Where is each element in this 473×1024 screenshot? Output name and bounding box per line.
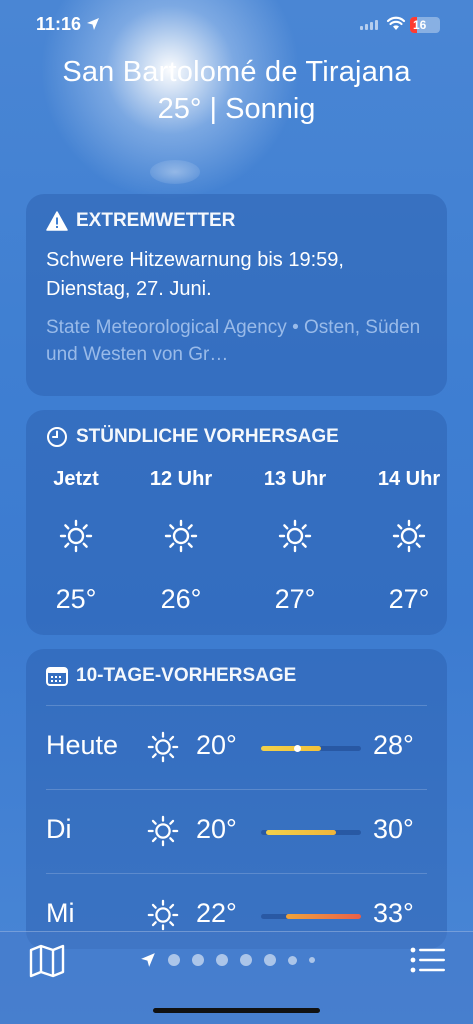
page-dot [216, 954, 228, 966]
temperature-range-bar [261, 914, 361, 919]
temperature-range-fill [261, 746, 321, 751]
status-time: 11:16 [36, 14, 82, 34]
day-low: 22° [196, 898, 237, 928]
hour-item: 14 Uhr 27° [369, 468, 449, 615]
lens-flare [150, 160, 200, 184]
alert-source: State Meteorological Agency • Osten, Süd… [46, 317, 421, 365]
city-name: San Bartolomé de Tirajana [62, 56, 411, 88]
page-dot [168, 954, 180, 966]
hourly-title: STÜNDLICHE VORHERSAGE [76, 426, 339, 447]
page-indicator[interactable] [140, 952, 315, 968]
cellular-signal-icon [360, 20, 378, 30]
day-high: 28° [373, 730, 414, 760]
sun-icon [147, 815, 179, 847]
hour-label: 14 Uhr [377, 468, 441, 490]
location-arrow-icon [141, 953, 155, 967]
temperature-range-fill [266, 830, 336, 835]
current-condition: 25° | Sonnig [157, 93, 316, 125]
map-icon[interactable] [28, 944, 66, 978]
temperature-range-bar [261, 745, 361, 752]
hour-label: 12 Uhr [149, 468, 213, 490]
hour-item: 12 Uhr 26° [141, 468, 221, 615]
sun-icon [147, 731, 179, 763]
page-dot [240, 954, 252, 966]
day-name: Mi [46, 898, 75, 928]
day-name: Di [46, 814, 72, 844]
hour-item: 13 Uhr 27° [255, 468, 335, 615]
sun-icon [278, 519, 312, 553]
day-low: 20° [196, 730, 237, 760]
page-dot [264, 954, 276, 966]
wifi-icon [386, 16, 406, 30]
page-dot [309, 957, 315, 963]
day-name: Heute [46, 730, 119, 760]
hourly-list[interactable]: Jetzt 25° 12 Uhr 26° 13 Uhr 27° 14 Uhr 2… [26, 468, 447, 628]
hour-label: 13 Uhr [263, 468, 327, 490]
daily-title: 10-TAGE-VORHERSAGE [76, 665, 297, 686]
day-high: 30° [373, 814, 414, 844]
page-dot [192, 954, 204, 966]
hour-label: Jetzt [53, 468, 99, 490]
temperature-range-fill [286, 914, 361, 919]
day-high: 33° [373, 898, 414, 928]
ten-day-forecast-card[interactable]: 10-TAGE-VORHERSAGE Heute 20° 28° Di 20° … [26, 649, 447, 949]
current-temperature-dot [294, 745, 301, 752]
location-arrow-icon [87, 18, 99, 30]
severe-weather-card[interactable]: EXTREMWETTER Schwere Hitzewarnung bis 19… [26, 194, 447, 396]
alert-title-row: EXTREMWETTER [26, 194, 447, 232]
page-dot [288, 955, 297, 965]
alert-title: EXTREMWETTER [76, 210, 236, 231]
hour-temp: 27° [388, 584, 430, 614]
hour-temp: 25° [55, 584, 97, 614]
hour-item: Jetzt 25° [36, 468, 116, 615]
calendar-icon [46, 667, 68, 686]
temperature-range-bar [261, 830, 361, 835]
sun-icon [164, 519, 198, 553]
sun-icon [59, 519, 93, 553]
home-indicator[interactable] [153, 1008, 320, 1013]
hour-temp: 27° [274, 584, 316, 614]
battery-level: 16 [413, 18, 427, 32]
hourly-title-row: STÜNDLICHE VORHERSAGE [26, 410, 447, 448]
hour-temp: 26° [160, 584, 202, 614]
list-icon[interactable] [410, 946, 446, 976]
daily-title-row: 10-TAGE-VORHERSAGE [26, 649, 447, 687]
alert-text: Schwere Hitzewarnung bis 19:59, Dienstag… [46, 249, 344, 300]
day-row[interactable]: Heute 20° 28° [46, 705, 427, 789]
status-bar: 11:16 16 [0, 14, 473, 42]
sun-icon [147, 899, 179, 931]
day-row[interactable]: Di 20° 30° [46, 789, 427, 873]
battery-icon: 16 [410, 17, 440, 33]
location-header: San Bartolomé de Tirajana 25° | Sonnig [0, 56, 473, 126]
day-low: 20° [196, 814, 237, 844]
sun-icon [392, 519, 426, 553]
hourly-forecast-card[interactable]: STÜNDLICHE VORHERSAGE Jetzt 25° 12 Uhr 2… [26, 410, 447, 635]
clock-icon [47, 427, 67, 447]
warning-icon [46, 211, 68, 231]
